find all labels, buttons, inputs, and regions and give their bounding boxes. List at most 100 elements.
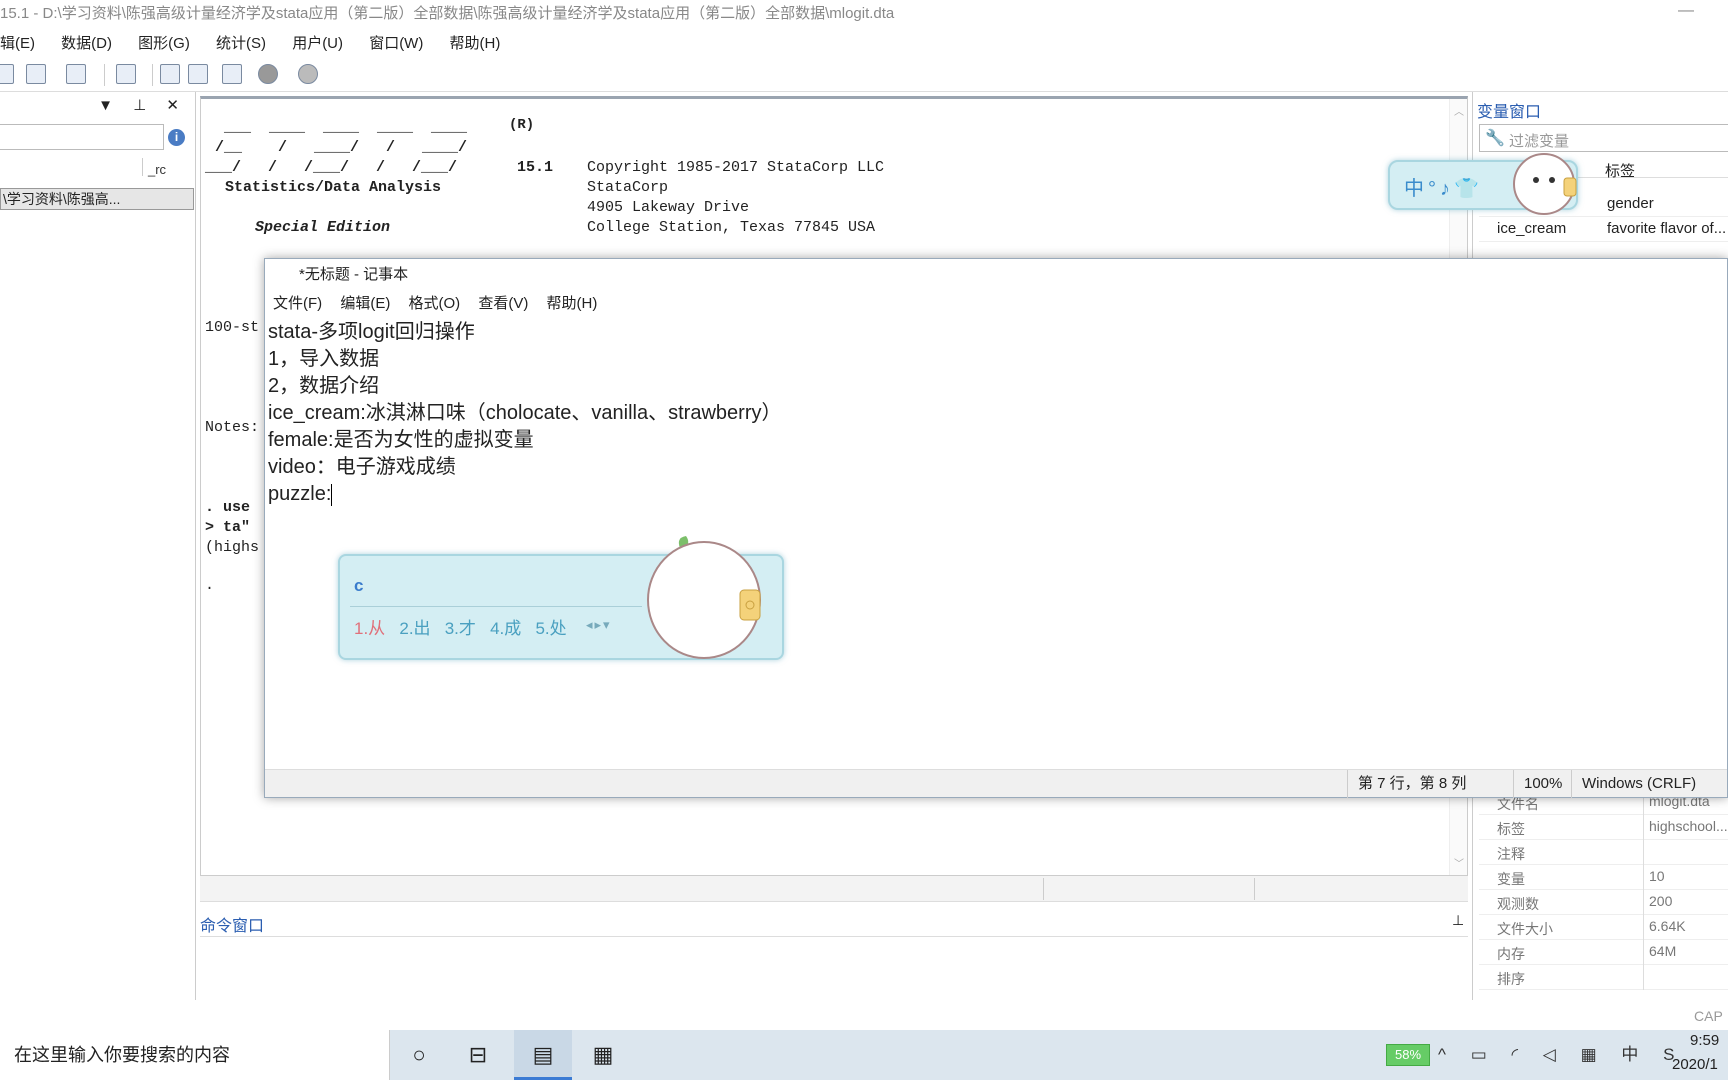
windows-taskbar: 在这里输入你要搜索的内容 ○ ⊟ ▤ ▦ 58% ^ ▭ ◜ ◁ ▦ 中 S 9… <box>0 1030 1728 1080</box>
results-prompt: . <box>205 577 215 594</box>
ime-candidate[interactable]: 1.从 <box>354 619 385 638</box>
clock-time[interactable]: 9:59 <box>1690 1032 1719 1049</box>
cortana-icon[interactable]: ○ <box>400 1030 438 1080</box>
menu-edit[interactable]: 辑(E) <box>0 35 35 52</box>
line-ending: Windows (CRLF) <box>1571 770 1727 798</box>
label-column-header[interactable]: 标签 <box>1605 160 1635 181</box>
property-row[interactable]: 内存 64M <box>1479 940 1728 965</box>
property-key: 观测数 <box>1497 896 1539 912</box>
mascot-icon <box>647 536 761 659</box>
ime-candidates: 1.从 2.出 3.才 4.成 5.处 <box>354 614 567 639</box>
variable-name: ice_cream <box>1497 220 1567 237</box>
ime-candidate[interactable]: 3.才 <box>445 619 476 638</box>
results-text-line: (highs <box>205 539 260 556</box>
notepad-window: *无标题 - 记事本 文件(F) 编辑(E) 格式(O) 查看(V) 帮助(H)… <box>264 258 1728 798</box>
panel-tools[interactable]: ▼ ⊥ ✕ <box>98 96 187 114</box>
property-row[interactable]: 观测数 200 <box>1479 890 1728 915</box>
menu-window[interactable]: 窗口(W) <box>369 35 423 52</box>
graph-icon[interactable] <box>66 64 86 84</box>
property-key: 标签 <box>1497 821 1525 837</box>
property-value: highschool... <box>1649 818 1728 834</box>
clock-date[interactable]: 2020/1 <box>1672 1056 1718 1073</box>
company-text: StataCorp <box>587 179 669 196</box>
column-divider <box>142 158 143 176</box>
viewer-icon[interactable] <box>26 64 46 84</box>
property-row[interactable]: 注释 <box>1479 840 1728 865</box>
log-icon[interactable] <box>0 64 14 84</box>
ime-candidate[interactable]: 5.处 <box>535 619 566 638</box>
variables-manager-icon[interactable] <box>222 64 242 84</box>
minimize-button[interactable]: — <box>1678 2 1694 20</box>
review-row[interactable]: \学习资料\陈强高... <box>0 188 194 210</box>
notepad-menu-bar: 文件(F) 编辑(E) 格式(O) 查看(V) 帮助(H) <box>265 291 1727 317</box>
scroll-down-icon[interactable]: ﹀ <box>1454 855 1464 871</box>
task-view-icon[interactable]: ⊟ <box>456 1030 500 1080</box>
property-value: 200 <box>1649 893 1673 909</box>
review-filter-input[interactable] <box>0 124 164 150</box>
stata-toolbar <box>0 58 1728 92</box>
property-value: 64M <box>1649 943 1677 959</box>
property-key: 文件大小 <box>1497 921 1553 937</box>
wrench-icon[interactable]: 🔧 <box>1485 128 1505 148</box>
ime-status-bar[interactable]: 中°♪👕 <box>1388 153 1578 215</box>
menu-statistics[interactable]: 统计(S) <box>216 35 266 52</box>
property-row[interactable]: 变量 10 <box>1479 865 1728 890</box>
property-row[interactable]: 标签 highschool... <box>1479 815 1728 840</box>
taskbar-notepad-icon[interactable]: ▤ <box>514 1030 572 1080</box>
more-icon[interactable] <box>258 64 278 84</box>
results-text-line: 100-st <box>205 319 260 336</box>
ime-candidate[interactable]: 2.出 <box>399 619 430 638</box>
notepad-status-bar: 第 7 行，第 8 列 100% Windows (CRLF) <box>265 769 1727 798</box>
text-line-current: puzzle: <box>268 481 1727 508</box>
data-browser-icon[interactable] <box>188 64 208 84</box>
stata-menu-bar: 辑(E) 数据(D) 图形(G) 统计(S) 用户(U) 窗口(W) 帮助(H) <box>0 30 1728 58</box>
do-file-editor-icon[interactable] <box>116 64 136 84</box>
info-icon[interactable]: i <box>168 129 185 146</box>
city-text: College Station, Texas 77845 USA <box>587 219 876 236</box>
variable-row[interactable]: ice_cream favorite flavor of... <box>1479 217 1728 242</box>
caps-lock-indicator: CAP <box>1694 1008 1723 1024</box>
system-tray-icons[interactable]: ^ ▭ ◜ ◁ ▦ 中 S <box>1438 1030 1684 1080</box>
text-caret <box>331 483 333 506</box>
address-text: 4905 Lakeway Drive <box>587 199 750 216</box>
toolbar-divider <box>104 64 105 86</box>
cursor-position: 第 7 行，第 8 列 <box>1347 770 1513 798</box>
text-line: video：电子游戏成绩 <box>268 456 456 478</box>
column-header-rc[interactable]: _rc <box>148 162 166 177</box>
notepad-title: *无标题 - 记事本 <box>265 259 1727 291</box>
taskbar-stata-icon[interactable]: ▦ <box>580 1030 626 1080</box>
np-menu-file[interactable]: 文件(F) <box>273 295 322 312</box>
status-divider <box>1254 878 1255 900</box>
pin-icon[interactable]: ⊥ <box>1452 912 1464 929</box>
np-menu-help[interactable]: 帮助(H) <box>547 295 598 312</box>
break-icon[interactable] <box>298 64 318 84</box>
menu-user[interactable]: 用户(U) <box>292 35 343 52</box>
np-menu-view[interactable]: 查看(V) <box>478 295 528 312</box>
np-menu-format[interactable]: 格式(O) <box>409 295 461 312</box>
command-input[interactable] <box>200 936 1468 1002</box>
data-editor-icon[interactable] <box>160 64 180 84</box>
np-menu-edit[interactable]: 编辑(E) <box>340 295 390 312</box>
property-key: 内存 <box>1497 946 1525 962</box>
taskbar-search-input[interactable]: 在这里输入你要搜索的内容 <box>0 1030 390 1080</box>
ime-mode-icons[interactable]: 中°♪👕 <box>1404 172 1483 201</box>
results-command-line: > ta" <box>205 519 251 536</box>
scroll-up-icon[interactable]: ︿ <box>1454 103 1464 119</box>
menu-graphics[interactable]: 图形(G) <box>138 35 190 52</box>
battery-indicator[interactable]: 58% <box>1386 1044 1430 1066</box>
menu-help[interactable]: 帮助(H) <box>450 35 501 52</box>
property-row[interactable]: 文件大小 6.64K <box>1479 915 1728 940</box>
property-key: 变量 <box>1497 871 1525 887</box>
stata-edition: Special Edition <box>255 219 391 236</box>
stata-title-bar: 15.1 - D:\学习资料\陈强高级计量经济学及stata应用（第二版）全部数… <box>0 0 1728 30</box>
property-row[interactable]: 排序 <box>1479 965 1728 990</box>
notepad-text-area[interactable]: stata-多项logit回归操作 1，导入数据 2，数据介绍 ice_crea… <box>265 317 1727 767</box>
ime-page-nav-icon[interactable]: ◂▸▾ <box>586 617 612 633</box>
text-line: female:是否为女性的虚拟变量 <box>268 429 534 451</box>
variable-label: favorite flavor of... <box>1607 220 1727 237</box>
stata-logo-line-3: ___/ / /___/ / /___/ <box>205 159 458 176</box>
ime-candidate[interactable]: 4.成 <box>490 619 521 638</box>
menu-data[interactable]: 数据(D) <box>61 35 112 52</box>
ime-candidate-window: c 1.从 2.出 3.才 4.成 5.处 ◂▸▾ <box>338 536 784 660</box>
results-text-line: Notes: <box>205 419 260 436</box>
